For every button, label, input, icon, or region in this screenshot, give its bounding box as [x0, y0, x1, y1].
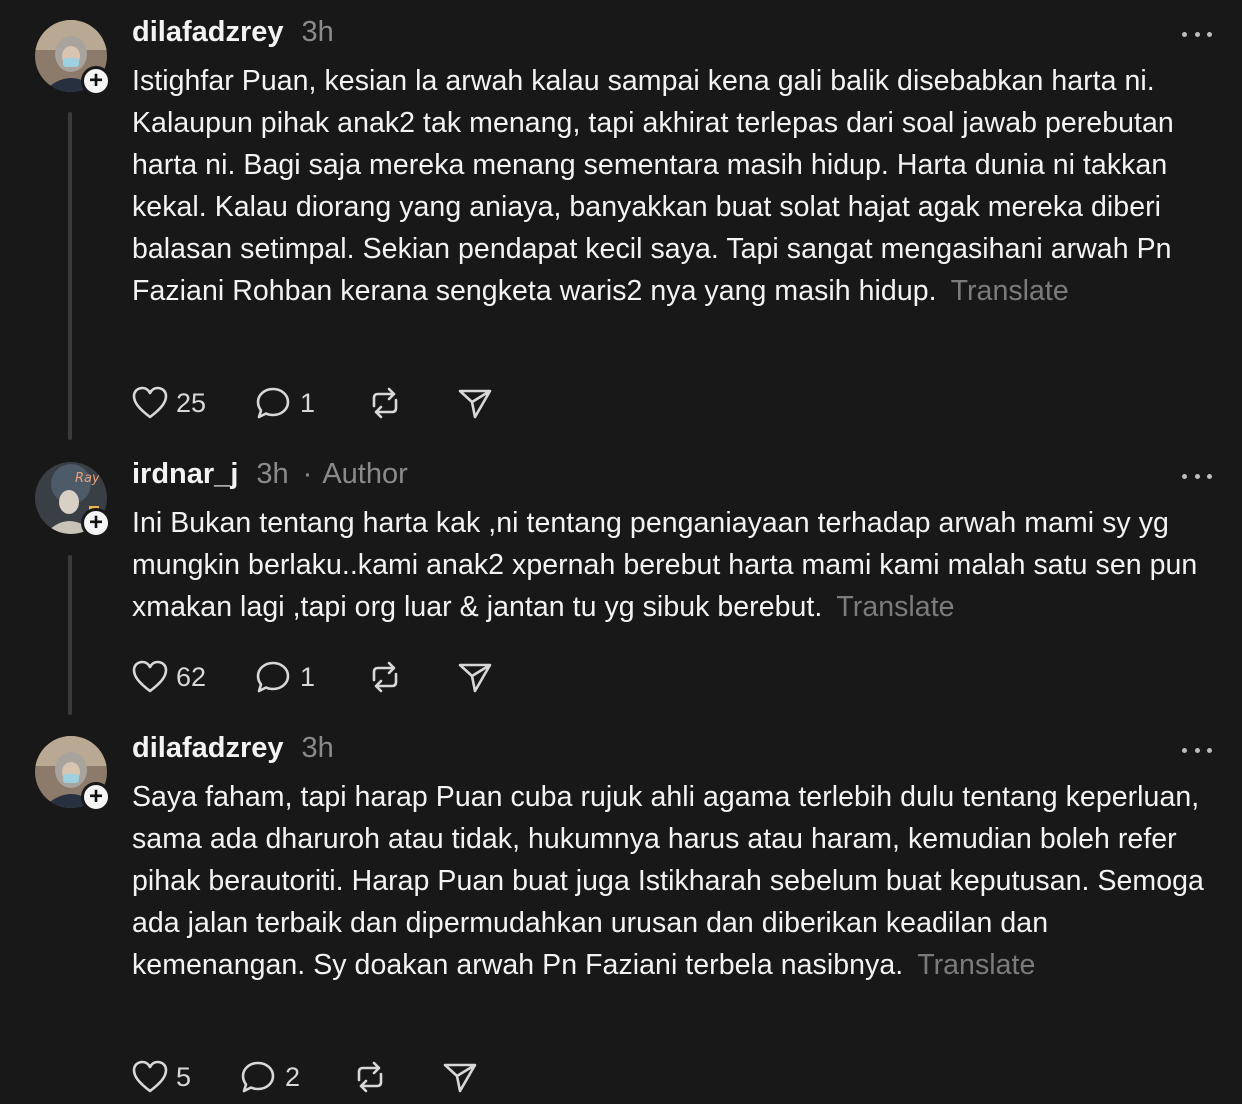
send-paper-plane-icon	[458, 663, 492, 693]
more-dots-icon[interactable]	[1182, 29, 1212, 39]
timestamp: 3h	[256, 458, 289, 490]
comment-header: dilafadzrey 3h	[132, 16, 334, 52]
send-paper-plane-icon	[458, 389, 492, 419]
comment-header: irdnar_j 3h · Author	[132, 458, 408, 494]
avatar-container[interactable]: +	[35, 736, 111, 812]
like-count: 62	[176, 661, 207, 692]
translate-link[interactable]: Translate	[951, 275, 1069, 307]
comment-bubble-icon	[241, 1061, 275, 1093]
plus-icon[interactable]: +	[81, 508, 111, 538]
avatar-container[interactable]: +	[35, 20, 111, 96]
share-button[interactable]	[457, 660, 493, 694]
username[interactable]: irdnar_j	[132, 458, 238, 491]
like-button[interactable]: 25	[132, 386, 206, 420]
comment-header: dilafadzrey 3h	[132, 732, 334, 768]
comment-text: Saya faham, tapi harap Puan cuba rujuk a…	[132, 781, 1204, 981]
comment-body: Saya faham, tapi harap Puan cuba rujuk a…	[132, 776, 1222, 986]
share-button[interactable]	[457, 386, 493, 420]
plus-icon[interactable]: +	[81, 782, 111, 812]
comment-body: Istighfar Puan, kesian la arwah kalau sa…	[132, 60, 1222, 312]
comment-body: Ini Bukan tentang harta kak ,ni tentang …	[132, 502, 1222, 628]
repost-button[interactable]	[352, 1060, 388, 1094]
heart-icon	[132, 1060, 168, 1093]
thread-line	[68, 555, 72, 715]
heart-icon	[132, 660, 168, 693]
svg-text:Ray: Ray	[75, 471, 100, 486]
reply-count: 1	[300, 661, 316, 692]
timestamp: 3h	[301, 16, 334, 48]
comment-bubble-icon	[256, 661, 290, 693]
comment-text: Ini Bukan tentang harta kak ,ni tentang …	[132, 507, 1198, 623]
reply-button[interactable]: 1	[256, 660, 315, 694]
comment-bubble-icon	[256, 387, 290, 419]
translate-link[interactable]: Translate	[917, 949, 1035, 981]
repost-button[interactable]	[367, 660, 403, 694]
more-dots-icon[interactable]	[1182, 745, 1212, 755]
username[interactable]: dilafadzrey	[132, 732, 284, 765]
plus-icon[interactable]: +	[81, 66, 111, 96]
action-bar: 5 2	[132, 1057, 478, 1097]
action-bar: 62 1	[132, 657, 493, 697]
send-paper-plane-icon	[443, 1063, 477, 1093]
reply-button[interactable]: 2	[241, 1060, 300, 1094]
repost-button[interactable]	[367, 386, 403, 420]
like-button[interactable]: 62	[132, 660, 206, 694]
translate-link[interactable]: Translate	[836, 591, 954, 623]
heart-icon	[132, 386, 168, 419]
more-dots-icon[interactable]	[1182, 471, 1212, 481]
reply-count: 1	[300, 387, 316, 418]
like-button[interactable]: 5	[132, 1060, 191, 1094]
author-label: Author	[322, 458, 408, 490]
like-count: 5	[176, 1061, 192, 1092]
repost-icon	[357, 1061, 383, 1093]
repost-icon	[372, 387, 398, 419]
reply-count: 2	[285, 1061, 301, 1092]
thread-line	[68, 112, 72, 440]
separator-dot: ·	[302, 458, 313, 490]
username[interactable]: dilafadzrey	[132, 16, 284, 49]
repost-icon	[372, 661, 398, 693]
avatar-container[interactable]: Ray +	[35, 462, 111, 538]
share-button[interactable]	[442, 1060, 478, 1094]
timestamp: 3h	[301, 732, 334, 764]
comment-text: Istighfar Puan, kesian la arwah kalau sa…	[132, 65, 1174, 307]
like-count: 25	[176, 387, 207, 418]
reply-button[interactable]: 1	[256, 386, 315, 420]
action-bar: 25 1	[132, 383, 493, 423]
